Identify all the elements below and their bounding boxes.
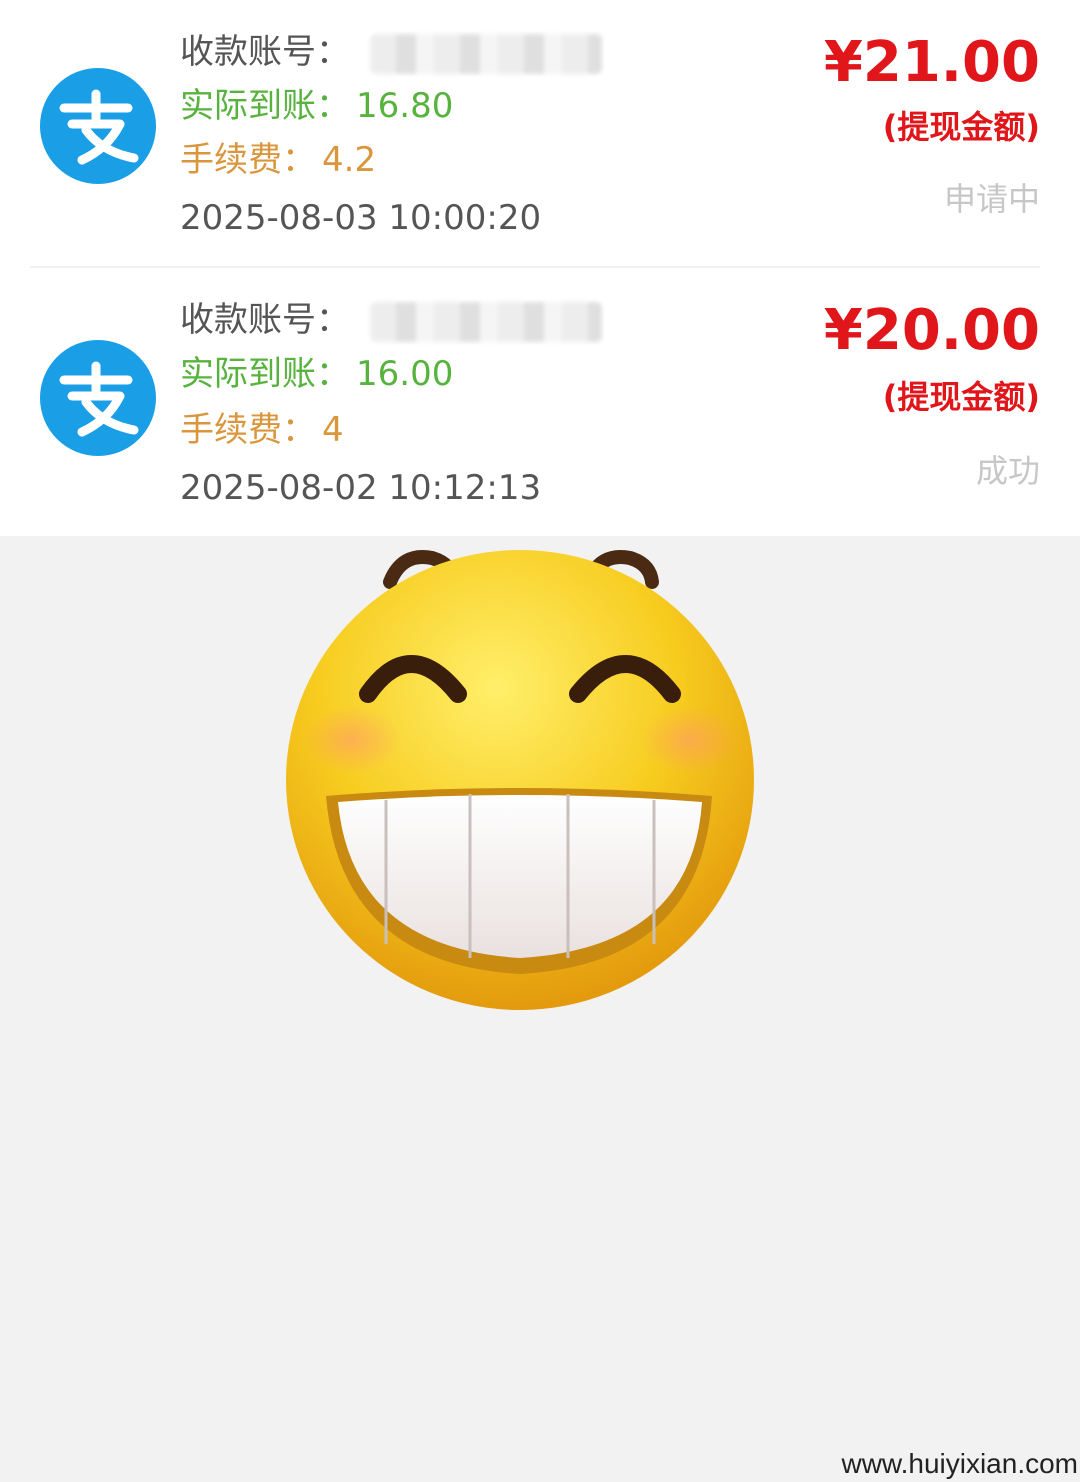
alipay-icon bbox=[40, 340, 156, 456]
actual-label: 实际到账： bbox=[180, 354, 350, 394]
account-row: 收款账号： bbox=[180, 292, 602, 342]
actual-received-row: 实际到账： 16.00 bbox=[180, 346, 453, 395]
withdrawal-list: 收款账号： 实际到账： 16.80 手续费： 4.2 2025-08-03 10:0… bbox=[0, 0, 1080, 536]
fee-label: 手续费： bbox=[180, 410, 316, 450]
withdraw-amount: ¥20.00 bbox=[823, 298, 1040, 363]
masked-account-number bbox=[370, 301, 602, 342]
grinning-face-emoji bbox=[282, 544, 762, 1018]
fee-row: 手续费： 4 bbox=[180, 402, 344, 451]
actual-value: 16.00 bbox=[356, 354, 454, 394]
record-time: 2025-08-02 10:12:13 bbox=[180, 468, 542, 508]
watermark: www.huiyixian.com bbox=[841, 1448, 1078, 1479]
status-text: 成功 bbox=[975, 452, 1040, 490]
account-label: 收款账号： bbox=[180, 300, 350, 340]
withdraw-amount-label: (提现金额) bbox=[882, 378, 1040, 416]
withdrawal-record[interactable]: 收款账号： 实际到账： 16.00 手续费： 4 2025-08-02 10:12:… bbox=[0, 0, 1080, 508]
fee-value: 4 bbox=[322, 410, 344, 450]
